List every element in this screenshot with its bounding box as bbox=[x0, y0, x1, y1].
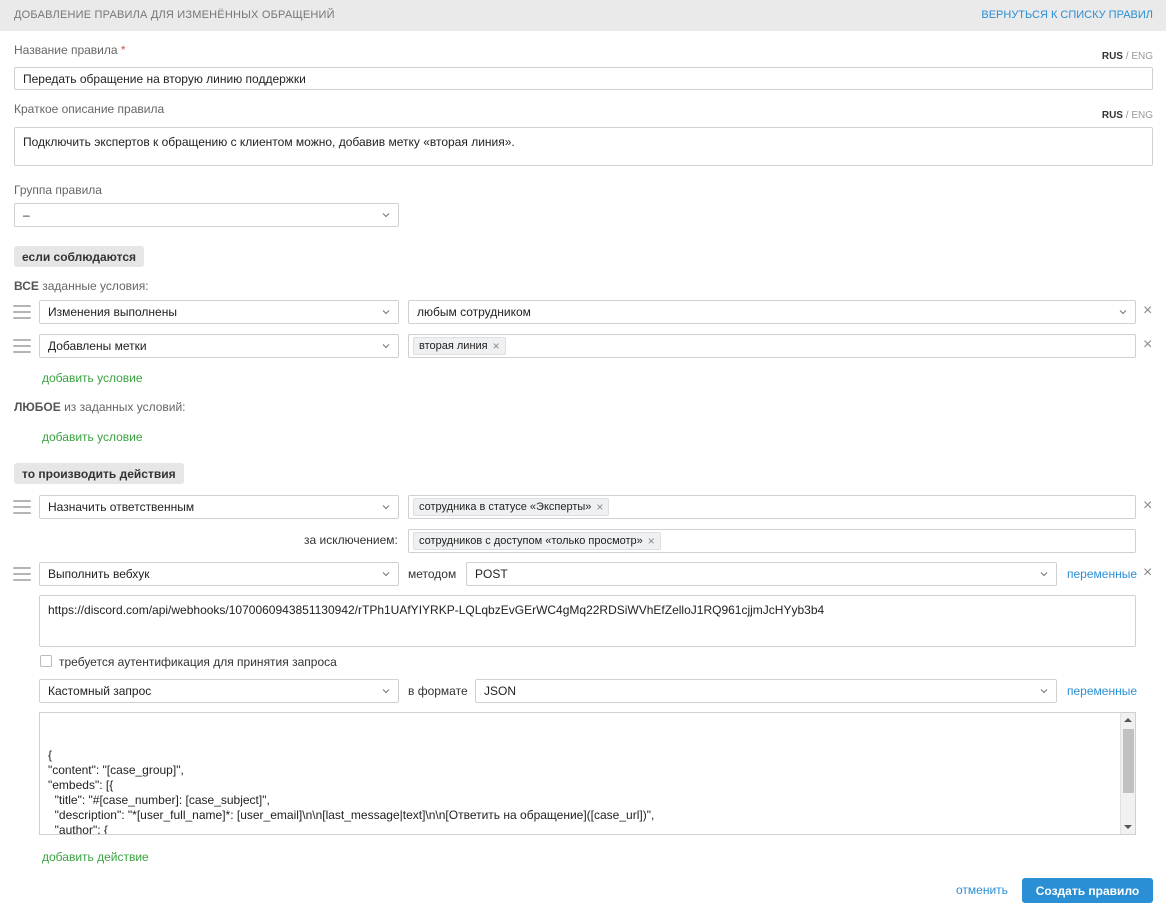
variables-link[interactable]: переменные bbox=[1067, 567, 1137, 581]
lang-eng[interactable]: ENG bbox=[1131, 51, 1153, 62]
lang-eng[interactable]: ENG bbox=[1131, 110, 1153, 121]
any-conditions-label: ЛЮБОЕ из заданных условий: bbox=[14, 400, 186, 414]
method-label: методом bbox=[408, 567, 457, 581]
action-type-select[interactable]: Выполнить вебхук bbox=[39, 562, 399, 586]
add-condition-any-link[interactable]: добавить условие bbox=[42, 430, 143, 444]
chevron-down-icon bbox=[382, 505, 390, 510]
rule-group-select[interactable]: – bbox=[14, 203, 399, 227]
tag-chip: сотрудников с доступом «только просмотр»… bbox=[413, 532, 661, 550]
page-title: ДОБАВЛЕНИЕ ПРАВИЛА ДЛЯ ИЗМЕНЁННЫХ ОБРАЩЕ… bbox=[14, 9, 335, 21]
except-label: за исключением: bbox=[304, 533, 398, 547]
webhook-url-textarea[interactable]: https://discord.com/api/webhooks/1070060… bbox=[39, 595, 1136, 647]
add-condition-all-link[interactable]: добавить условие bbox=[42, 371, 143, 385]
chevron-down-icon bbox=[382, 689, 390, 694]
condition-tags-input[interactable]: вторая линия × bbox=[408, 334, 1136, 358]
code-line: "embeds": [{ bbox=[48, 778, 114, 792]
all-conditions-label: ВСЕ заданные условия: bbox=[14, 279, 149, 293]
scroll-up-icon[interactable] bbox=[1124, 717, 1132, 723]
remove-tag-icon[interactable]: × bbox=[596, 500, 603, 514]
rule-name-input[interactable]: Передать обращение на вторую линию подде… bbox=[14, 67, 1153, 90]
remove-condition-icon[interactable]: × bbox=[1143, 303, 1152, 319]
tag-chip: сотрудника в статусе «Эксперты» × bbox=[413, 498, 610, 516]
request-type-select[interactable]: Кастомный запрос bbox=[39, 679, 399, 703]
scrollbar-thumb[interactable] bbox=[1123, 729, 1134, 793]
request-body-lines: {"content": "[case_group]", "embeds": [{ … bbox=[48, 748, 1111, 835]
method-select[interactable]: POST bbox=[466, 562, 1057, 586]
rule-description-lang-switch: RUS / ENG bbox=[1101, 110, 1153, 121]
chevron-down-icon bbox=[382, 310, 390, 315]
remove-condition-icon[interactable]: × bbox=[1143, 337, 1152, 353]
rule-name-label: Название правила * bbox=[14, 43, 126, 57]
remove-tag-icon[interactable]: × bbox=[493, 339, 500, 353]
auth-required-label: требуется аутентификация для принятия за… bbox=[59, 655, 337, 669]
variables-link[interactable]: переменные bbox=[1067, 684, 1137, 698]
drag-handle-icon[interactable] bbox=[13, 305, 31, 319]
drag-handle-icon[interactable] bbox=[13, 339, 31, 353]
remove-action-icon[interactable]: × bbox=[1143, 498, 1152, 514]
remove-tag-icon[interactable]: × bbox=[648, 534, 655, 548]
chevron-down-icon bbox=[382, 344, 390, 349]
header-bar: ДОБАВЛЕНИЕ ПРАВИЛА ДЛЯ ИЗМЕНЁННЫХ ОБРАЩЕ… bbox=[0, 0, 1166, 31]
rule-description-textarea[interactable]: Подключить экспертов к обращению с клиен… bbox=[14, 127, 1153, 166]
chevron-down-icon bbox=[1040, 689, 1048, 694]
request-body-editor[interactable]: {"content": "[case_group]", "embeds": [{ … bbox=[39, 712, 1136, 835]
code-line: "title": "#[case_number]: [case_subject]… bbox=[48, 793, 270, 807]
drag-handle-icon[interactable] bbox=[13, 567, 31, 581]
create-rule-button[interactable]: Создать правило bbox=[1022, 878, 1153, 903]
actions-section-label: то производить действия bbox=[14, 463, 184, 484]
required-mark: * bbox=[120, 43, 126, 57]
code-line: "author": { bbox=[48, 823, 108, 835]
code-line: { bbox=[48, 748, 53, 762]
remove-action-icon[interactable]: × bbox=[1143, 565, 1152, 581]
except-input[interactable]: сотрудников с доступом «только просмотр»… bbox=[408, 529, 1136, 553]
conditions-section-label: если соблюдаются bbox=[14, 246, 144, 267]
action-type-select[interactable]: Назначить ответственным bbox=[39, 495, 399, 519]
lang-rus[interactable]: RUS bbox=[1102, 110, 1123, 121]
code-line: "content": "[case_group]", bbox=[48, 763, 184, 777]
rule-group-label: Группа правила bbox=[14, 183, 102, 197]
drag-handle-icon[interactable] bbox=[13, 500, 31, 514]
lang-rus[interactable]: RUS bbox=[1102, 51, 1123, 62]
chevron-down-icon bbox=[382, 213, 390, 218]
scroll-down-icon[interactable] bbox=[1124, 824, 1132, 830]
chevron-down-icon bbox=[1040, 572, 1048, 577]
code-line: "description": "*[user_full_name]*: [use… bbox=[48, 808, 655, 822]
format-select[interactable]: JSON bbox=[475, 679, 1057, 703]
back-to-rules-link[interactable]: ВЕРНУТЬСЯ К СПИСКУ ПРАВИЛ bbox=[981, 9, 1153, 21]
rule-name-lang-switch: RUS / ENG bbox=[1101, 51, 1153, 62]
condition-field-select[interactable]: Добавлены метки bbox=[39, 334, 399, 358]
tag-chip: вторая линия × bbox=[413, 337, 506, 355]
request-body-scrollbar[interactable] bbox=[1120, 713, 1135, 834]
rule-description-label: Краткое описание правила bbox=[14, 102, 165, 116]
format-label: в формате bbox=[408, 684, 468, 698]
assign-target-input[interactable]: сотрудника в статусе «Эксперты» × bbox=[408, 495, 1136, 519]
auth-required-checkbox[interactable] bbox=[40, 655, 52, 667]
condition-field-select[interactable]: Изменения выполнены bbox=[39, 300, 399, 324]
cancel-link[interactable]: отменить bbox=[956, 883, 1008, 897]
chevron-down-icon bbox=[1119, 310, 1127, 315]
condition-value-select[interactable]: любым сотрудником bbox=[408, 300, 1136, 324]
add-action-link[interactable]: добавить действие bbox=[42, 850, 149, 864]
chevron-down-icon bbox=[382, 572, 390, 577]
